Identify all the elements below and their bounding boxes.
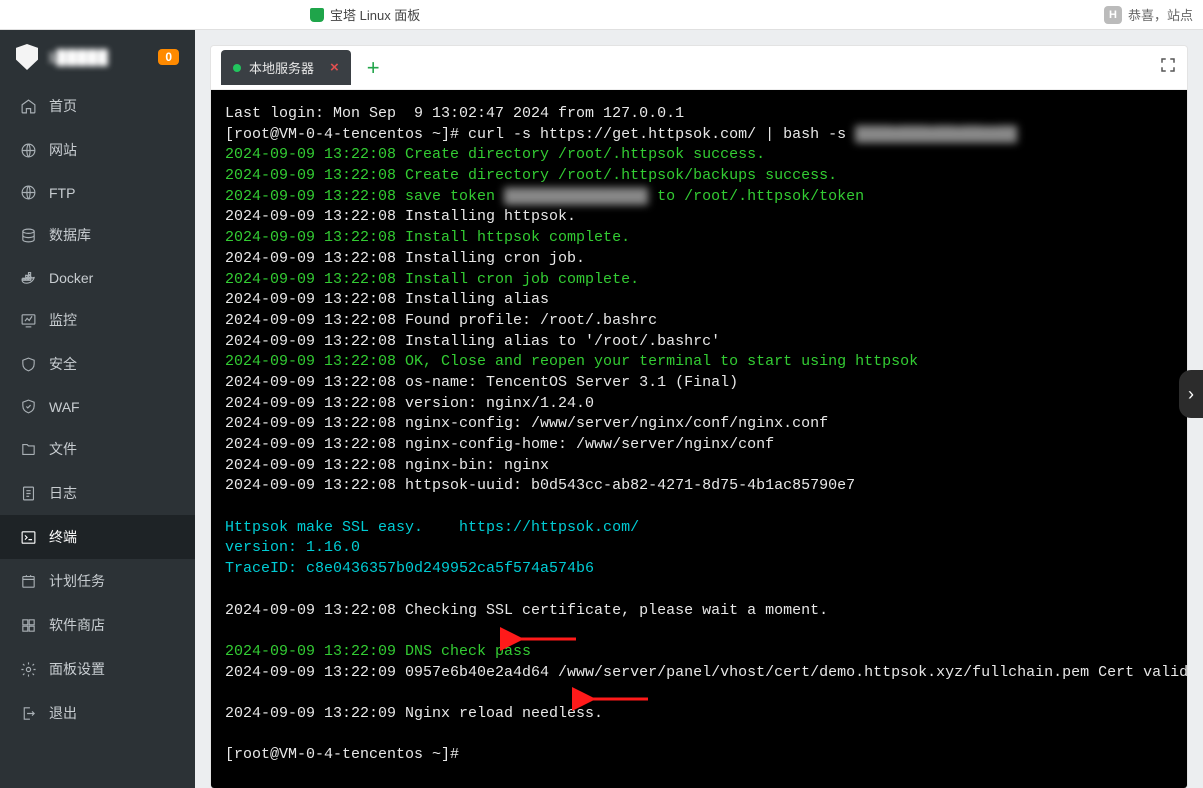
sidebar-item-settings[interactable]: 面板设置: [0, 647, 195, 691]
ftp-icon: [20, 184, 37, 201]
sidebar-item-db[interactable]: 数据库: [0, 213, 195, 257]
terminal-output[interactable]: Last login: Mon Sep 9 13:02:47 2024 from…: [211, 90, 1187, 788]
sidebar-item-security[interactable]: 安全: [0, 342, 195, 386]
store-icon: [20, 617, 37, 634]
sidebar-item-label: 软件商店: [49, 615, 105, 635]
sidebar-item-label: WAF: [49, 399, 80, 415]
logout-icon: [20, 705, 37, 722]
sidebar-item-label: 面板设置: [49, 659, 105, 679]
browser-tab-bar: 宝塔 Linux 面板 H 恭喜，站点: [0, 0, 1203, 30]
sidebar-item-label: 计划任务: [49, 571, 105, 591]
sidebar-item-waf[interactable]: WAF: [0, 386, 195, 427]
shield-icon: [310, 8, 324, 22]
notification-badge[interactable]: 0: [158, 49, 179, 65]
sidebar-item-docker[interactable]: Docker: [0, 257, 195, 298]
sidebar-item-label: 安全: [49, 354, 77, 374]
site-icon: [20, 142, 37, 159]
sidebar-header: 1█████ 0: [0, 30, 195, 84]
terminal-tab[interactable]: 本地服务器 ×: [221, 50, 351, 85]
db-icon: [20, 227, 37, 244]
logs-icon: [20, 485, 37, 502]
sidebar-item-label: 文件: [49, 439, 77, 459]
cron-icon: [20, 573, 37, 590]
terminal-panel: 本地服务器 × + Last login: Mon Sep 9 13:02:47…: [211, 46, 1187, 788]
sidebar-item-logs[interactable]: 日志: [0, 471, 195, 515]
terminal-icon: [20, 529, 37, 546]
monitor-icon: [20, 312, 37, 329]
sidebar-item-label: 数据库: [49, 225, 91, 245]
add-tab-button[interactable]: +: [357, 55, 390, 81]
terminal-tab-label: 本地服务器: [249, 58, 314, 77]
fullscreen-icon: [1159, 56, 1177, 74]
home-icon: [20, 98, 37, 115]
sidebar-item-logout[interactable]: 退出: [0, 691, 195, 735]
close-tab-icon[interactable]: ×: [330, 59, 339, 76]
sidebar-item-label: 网站: [49, 140, 77, 160]
browser-tab[interactable]: 宝塔 Linux 面板: [310, 5, 420, 24]
sidebar-item-monitor[interactable]: 监控: [0, 298, 195, 342]
docker-icon: [20, 269, 37, 286]
app-shield-icon: [16, 44, 38, 70]
sidebar-item-label: 退出: [49, 703, 77, 723]
sidebar-item-site[interactable]: 网站: [0, 128, 195, 172]
waf-icon: [20, 398, 37, 415]
sidebar-item-files[interactable]: 文件: [0, 427, 195, 471]
sidebar: 1█████ 0 首页网站 FTP 数据库 Docker 监控安全 WAF 文件日志终端计划…: [0, 30, 195, 788]
sidebar-item-store[interactable]: 软件商店: [0, 603, 195, 647]
sidebar-item-label: FTP: [49, 185, 75, 201]
settings-icon: [20, 661, 37, 678]
sidebar-item-ftp[interactable]: FTP: [0, 172, 195, 213]
h-badge-icon: H: [1104, 6, 1122, 24]
files-icon: [20, 441, 37, 458]
main-area: 本地服务器 × + Last login: Mon Sep 9 13:02:47…: [195, 30, 1203, 788]
sidebar-item-label: 日志: [49, 483, 77, 503]
browser-tab-title: 宝塔 Linux 面板: [330, 5, 420, 24]
side-drawer-handle[interactable]: ›: [1179, 370, 1203, 418]
sidebar-item-label: 终端: [49, 527, 77, 547]
sidebar-title: 1█████: [48, 49, 108, 65]
sidebar-item-label: 首页: [49, 96, 77, 116]
status-dot-icon: [233, 64, 241, 72]
sidebar-item-home[interactable]: 首页: [0, 84, 195, 128]
terminal-tabs-bar: 本地服务器 × +: [211, 46, 1187, 90]
top-right-status: H 恭喜，站点: [1104, 5, 1193, 24]
sidebar-item-cron[interactable]: 计划任务: [0, 559, 195, 603]
security-icon: [20, 356, 37, 373]
fullscreen-button[interactable]: [1159, 56, 1177, 79]
sidebar-item-label: Docker: [49, 270, 93, 286]
sidebar-item-label: 监控: [49, 310, 77, 330]
sidebar-item-terminal[interactable]: 终端: [0, 515, 195, 559]
